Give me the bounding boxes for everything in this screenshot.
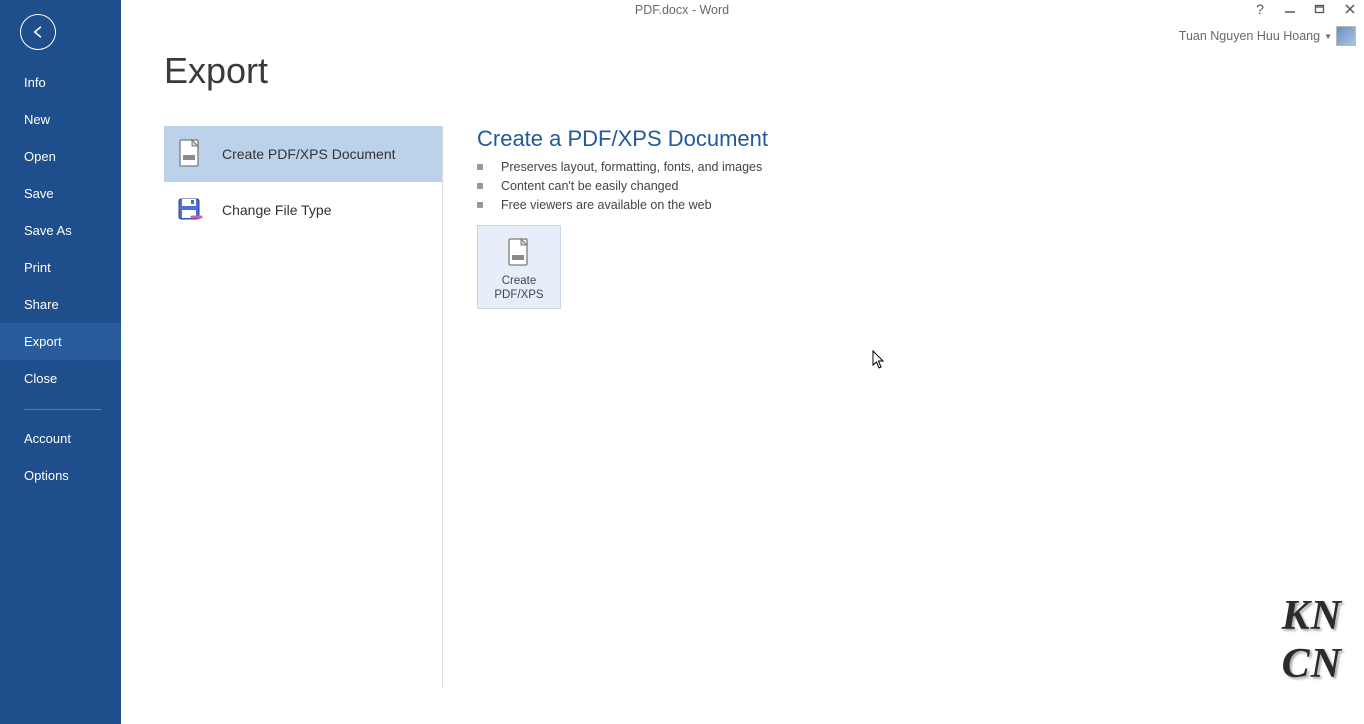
vertical-divider [442, 126, 443, 688]
export-option-changetype[interactable]: Change File Type [164, 182, 442, 238]
detail-bullet: Content can't be easily changed [477, 177, 1324, 196]
sidebar-item-info[interactable]: Info [0, 64, 121, 101]
export-option-label: Create PDF/XPS Document [222, 146, 396, 162]
content-area: Export Create PDF/XPS Document [121, 48, 1364, 724]
backstage-sidebar: Info New Open Save Save As Print Share E… [0, 0, 121, 724]
sidebar-item-new[interactable]: New [0, 101, 121, 138]
help-button[interactable]: ? [1248, 0, 1272, 18]
sidebar-item-account[interactable]: Account [0, 420, 121, 457]
detail-bullets: Preserves layout, formatting, fonts, and… [477, 158, 1324, 215]
watermark-line: KN [1282, 592, 1342, 640]
chevron-down-icon: ▼ [1324, 32, 1332, 41]
user-bar[interactable]: Tuan Nguyen Huu Hoang ▼ [1179, 26, 1356, 46]
sidebar-item-save[interactable]: Save [0, 175, 121, 212]
create-pdfxps-button[interactable]: CreatePDF/XPS [477, 225, 561, 309]
sidebar-item-open[interactable]: Open [0, 138, 121, 175]
sidebar-item-share[interactable]: Share [0, 286, 121, 323]
titlebar: PDF.docx - Word ? Tuan Nguyen Huu Hoang … [0, 0, 1364, 48]
export-options-list: Create PDF/XPS Document Change File Type [164, 126, 442, 238]
create-pdfxps-label: CreatePDF/XPS [494, 274, 543, 303]
sidebar-nav: Info New Open Save Save As Print Share E… [0, 64, 121, 494]
minimize-button[interactable] [1278, 0, 1302, 18]
detail-heading: Create a PDF/XPS Document [477, 126, 1324, 152]
pdf-page-icon [499, 236, 539, 272]
sidebar-item-export[interactable]: Export [0, 323, 121, 360]
avatar[interactable] [1336, 26, 1356, 46]
watermark-line: CN [1282, 640, 1342, 688]
sidebar-item-close[interactable]: Close [0, 360, 121, 397]
sidebar-item-print[interactable]: Print [0, 249, 121, 286]
close-button[interactable] [1338, 0, 1362, 18]
back-button[interactable] [20, 14, 56, 50]
detail-bullet: Free viewers are available on the web [477, 196, 1324, 215]
window-title: PDF.docx - Word [635, 3, 729, 17]
detail-bullet: Preserves layout, formatting, fonts, and… [477, 158, 1324, 177]
save-as-type-icon [174, 194, 206, 226]
watermark: KN CN [1282, 592, 1342, 688]
sidebar-item-options[interactable]: Options [0, 457, 121, 494]
page-title: Export [164, 50, 268, 92]
restore-button[interactable] [1308, 0, 1332, 18]
window-controls: ? [1248, 0, 1362, 18]
export-option-label: Change File Type [222, 202, 331, 218]
export-detail: Create a PDF/XPS Document Preserves layo… [477, 126, 1324, 309]
mouse-cursor [872, 350, 886, 370]
export-option-pdfxps[interactable]: Create PDF/XPS Document [164, 126, 442, 182]
sidebar-item-saveas[interactable]: Save As [0, 212, 121, 249]
user-name: Tuan Nguyen Huu Hoang [1179, 29, 1320, 43]
sidebar-divider [24, 409, 101, 410]
pdf-page-icon [174, 138, 206, 170]
